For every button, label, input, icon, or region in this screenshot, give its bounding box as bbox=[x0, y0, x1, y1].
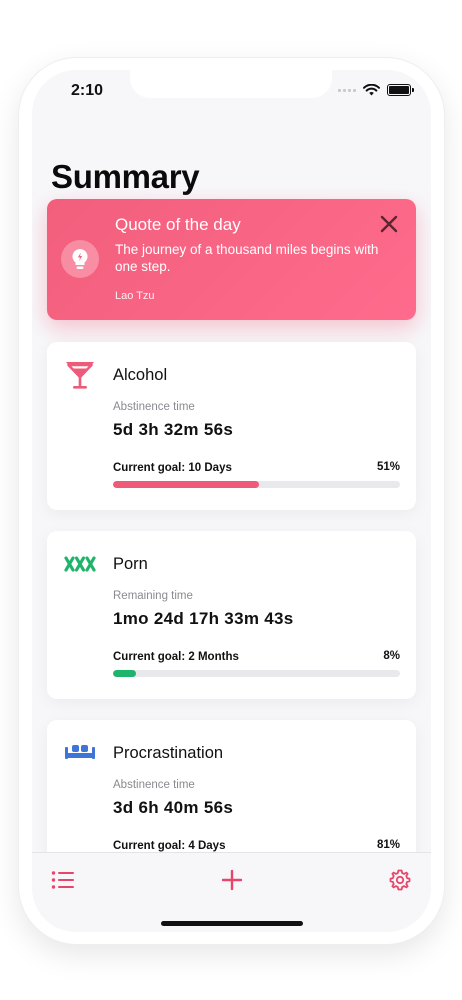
lightbulb-icon bbox=[61, 240, 99, 278]
habit-name: Porn bbox=[113, 555, 148, 573]
quote-card: Quote of the day The journey of a thousa… bbox=[47, 199, 416, 320]
goal-percent: 8% bbox=[383, 650, 400, 662]
habit-card-porn[interactable]: Porn Remaining time 1mo 24d 17h 33m 43s … bbox=[47, 531, 416, 699]
page-title: Summary bbox=[51, 158, 200, 195]
habit-card-alcohol[interactable]: Alcohol Abstinence time 5d 3h 32m 56s Cu… bbox=[47, 342, 416, 510]
battery-icon bbox=[387, 84, 414, 96]
time-value: 5d 3h 32m 56s bbox=[113, 420, 234, 439]
add-icon[interactable] bbox=[219, 867, 245, 893]
xxx-icon bbox=[64, 556, 96, 572]
status-icons bbox=[338, 84, 414, 96]
current-goal: Current goal: 4 Days bbox=[113, 840, 226, 852]
goal-percent: 51% bbox=[376, 461, 400, 473]
habit-name: Alcohol bbox=[113, 366, 168, 384]
current-goal: Current goal: 2 Months bbox=[113, 651, 239, 663]
goal-progress-bar bbox=[113, 481, 400, 488]
status-time: 2:10 bbox=[71, 82, 104, 99]
quote-title: Quote of the day bbox=[115, 215, 241, 234]
quote-text: The journey of a thousand miles begins w… bbox=[115, 242, 379, 274]
close-icon[interactable] bbox=[378, 213, 400, 235]
home-indicator bbox=[161, 921, 303, 926]
goal-progress-fill bbox=[113, 481, 260, 488]
time-label: Abstinence time bbox=[113, 779, 195, 791]
current-goal: Current goal: 10 Days bbox=[113, 462, 232, 474]
goal-progress-fill bbox=[113, 670, 136, 677]
time-label: Remaining time bbox=[113, 590, 193, 602]
goal-percent: 81% bbox=[376, 839, 400, 851]
quote-author: Lao Tzu bbox=[115, 290, 155, 302]
time-value: 1mo 24d 17h 33m 43s bbox=[113, 609, 294, 628]
couch-icon bbox=[65, 745, 95, 759]
notch bbox=[130, 70, 332, 98]
time-label: Abstinence time bbox=[113, 401, 195, 413]
habit-name: Procrastination bbox=[113, 744, 224, 762]
tab-bar bbox=[32, 852, 431, 932]
settings-icon[interactable] bbox=[387, 867, 413, 893]
list-icon[interactable] bbox=[50, 867, 76, 893]
cocktail-glass-icon bbox=[66, 362, 94, 389]
wifi-icon bbox=[363, 84, 380, 96]
time-value: 3d 6h 40m 56s bbox=[113, 798, 234, 817]
cellular-signal-icon bbox=[338, 88, 356, 92]
app-screen: 2:10 Summary Quote of the day The journe… bbox=[32, 70, 431, 932]
goal-progress-bar bbox=[113, 670, 400, 677]
